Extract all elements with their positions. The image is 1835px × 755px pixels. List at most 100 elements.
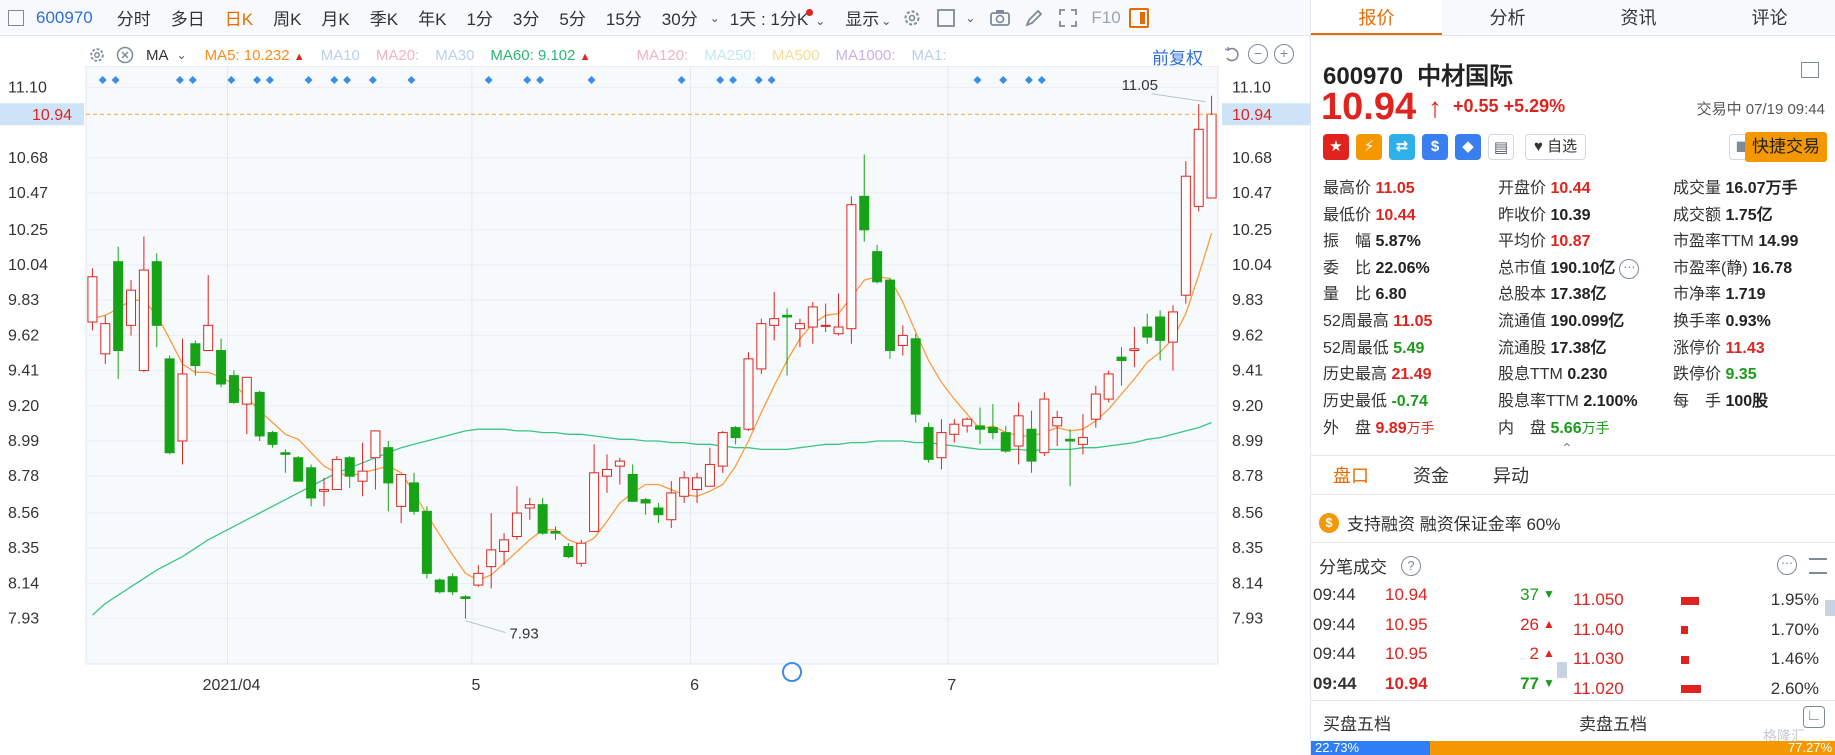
- candle-body[interactable]: [1039, 398, 1050, 454]
- panel-toggle-icon[interactable]: [1128, 7, 1149, 28]
- draw-pen-icon[interactable]: [1023, 7, 1045, 29]
- candle-body[interactable]: [383, 447, 394, 484]
- period-daily-k[interactable]: 日K: [215, 5, 263, 30]
- fullscreen-icon[interactable]: [1057, 7, 1079, 29]
- more-icon[interactable]: ⋯: [1777, 555, 1797, 575]
- candle-body[interactable]: [1129, 348, 1140, 351]
- candle-body[interactable]: [1013, 415, 1024, 447]
- candle-body[interactable]: [409, 482, 420, 512]
- candle-body[interactable]: [499, 539, 510, 553]
- candle-body[interactable]: [1090, 393, 1101, 420]
- period-15min[interactable]: 15分: [596, 5, 652, 30]
- quick-trade-button[interactable]: 快捷交易: [1745, 132, 1827, 162]
- tab-order-book[interactable]: 盘口: [1311, 456, 1391, 494]
- ask-row[interactable]: 11.020 2.60%: [1573, 674, 1823, 698]
- candle-body[interactable]: [241, 376, 252, 405]
- candle-body[interactable]: [1206, 113, 1217, 199]
- candle-body[interactable]: [692, 477, 703, 491]
- display-menu[interactable]: 显示 ⌄: [835, 5, 895, 30]
- candle-body[interactable]: [820, 324, 831, 327]
- candle-body[interactable]: [203, 324, 214, 351]
- candle-body[interactable]: [653, 507, 664, 516]
- candle-body[interactable]: [627, 473, 638, 502]
- candle-body[interactable]: [1180, 175, 1191, 296]
- candle-body[interactable]: [486, 549, 497, 568]
- ask-row[interactable]: 11.050 1.95%: [1573, 585, 1823, 615]
- candle-body[interactable]: [949, 423, 960, 435]
- ask-row[interactable]: 11.040 1.70%: [1573, 615, 1823, 645]
- candle-body[interactable]: [421, 510, 432, 574]
- candle-body[interactable]: [344, 457, 355, 477]
- tab-comments[interactable]: 评论: [1704, 0, 1835, 35]
- candle-body[interactable]: [396, 473, 407, 507]
- candle-body[interactable]: [138, 269, 149, 372]
- candle-body[interactable]: [100, 323, 111, 355]
- candle-body[interactable]: [280, 452, 291, 455]
- candle-body[interactable]: [434, 579, 445, 593]
- undo-icon[interactable]: [1222, 44, 1242, 66]
- candle-body[interactable]: [216, 349, 227, 385]
- candle-body[interactable]: [306, 467, 317, 499]
- candle-body[interactable]: [910, 338, 921, 415]
- period-1min[interactable]: 1分: [456, 5, 502, 30]
- more-icon[interactable]: ⋯: [1619, 258, 1640, 279]
- chevron-down-icon[interactable]: ⌄: [177, 48, 187, 62]
- candle-body[interactable]: [126, 289, 137, 326]
- candle-body[interactable]: [666, 492, 677, 521]
- period-3min[interactable]: 3分: [503, 5, 549, 30]
- candle-body[interactable]: [679, 477, 690, 497]
- candle-body[interactable]: [511, 512, 522, 537]
- candle-body[interactable]: [460, 596, 471, 599]
- candle-body[interactable]: [846, 204, 857, 330]
- period-multiday[interactable]: 多日: [161, 5, 215, 30]
- candle-body[interactable]: [833, 326, 844, 335]
- candle-body[interactable]: [936, 432, 947, 459]
- candle-body[interactable]: [357, 470, 368, 482]
- candle-body[interactable]: [730, 427, 741, 439]
- period-fenshi[interactable]: 分时: [107, 5, 161, 30]
- candle-body[interactable]: [473, 572, 484, 586]
- candle-body[interactable]: [370, 430, 381, 459]
- candle-body[interactable]: [769, 318, 780, 326]
- kline-chart[interactable]: 11.10 11.10 10.68 10.68 10.47 10.47 10.25 10.25…: [0, 66, 1310, 726]
- ask-row[interactable]: 11.030 1.46%: [1573, 644, 1823, 674]
- tab-movement[interactable]: 异动: [1471, 456, 1551, 494]
- candle-body[interactable]: [1116, 356, 1127, 362]
- gear-icon[interactable]: [86, 44, 108, 66]
- candle-body[interactable]: [717, 432, 728, 467]
- candle-body[interactable]: [962, 418, 973, 427]
- candle-body[interactable]: [331, 458, 342, 491]
- period-yearly-k[interactable]: 年K: [408, 5, 456, 30]
- list-menu-icon[interactable]: [1809, 558, 1827, 574]
- candle-body[interactable]: [447, 576, 458, 593]
- candle-body[interactable]: [190, 343, 201, 367]
- period-5min[interactable]: 5分: [549, 5, 595, 30]
- candle-body[interactable]: [923, 427, 934, 460]
- chevron-down-icon[interactable]: ⌄: [710, 11, 720, 25]
- chevron-down-icon[interactable]: ⌄: [965, 11, 975, 25]
- candle-body[interactable]: [872, 251, 883, 283]
- candle-body[interactable]: [87, 276, 98, 323]
- candle-body[interactable]: [1052, 417, 1063, 427]
- tag-icon[interactable]: ◆: [1455, 134, 1481, 160]
- sidebar-toggle-icon[interactable]: [8, 9, 24, 26]
- candle-body[interactable]: [164, 358, 175, 454]
- candle-body[interactable]: [1167, 311, 1178, 343]
- tab-quote[interactable]: 报价: [1311, 0, 1442, 35]
- candle-body[interactable]: [756, 323, 767, 370]
- tab-analysis[interactable]: 分析: [1442, 0, 1573, 35]
- camera-icon[interactable]: [989, 7, 1011, 29]
- period-quarterly-k[interactable]: 季K: [360, 5, 408, 30]
- candle-body[interactable]: [1142, 326, 1153, 338]
- help-icon[interactable]: ?: [1401, 555, 1421, 576]
- gear-icon[interactable]: [901, 7, 923, 29]
- candle-body[interactable]: [1193, 128, 1204, 207]
- candle-body[interactable]: [576, 542, 587, 564]
- zoom-in-icon[interactable]: +: [1274, 44, 1294, 64]
- layout-square-icon[interactable]: [935, 7, 957, 29]
- candle-body[interactable]: [550, 530, 561, 534]
- tab-capital[interactable]: 资金: [1391, 456, 1471, 494]
- document-icon[interactable]: ▤: [1488, 134, 1514, 160]
- candle-body[interactable]: [293, 457, 304, 482]
- candle-body[interactable]: [254, 391, 265, 437]
